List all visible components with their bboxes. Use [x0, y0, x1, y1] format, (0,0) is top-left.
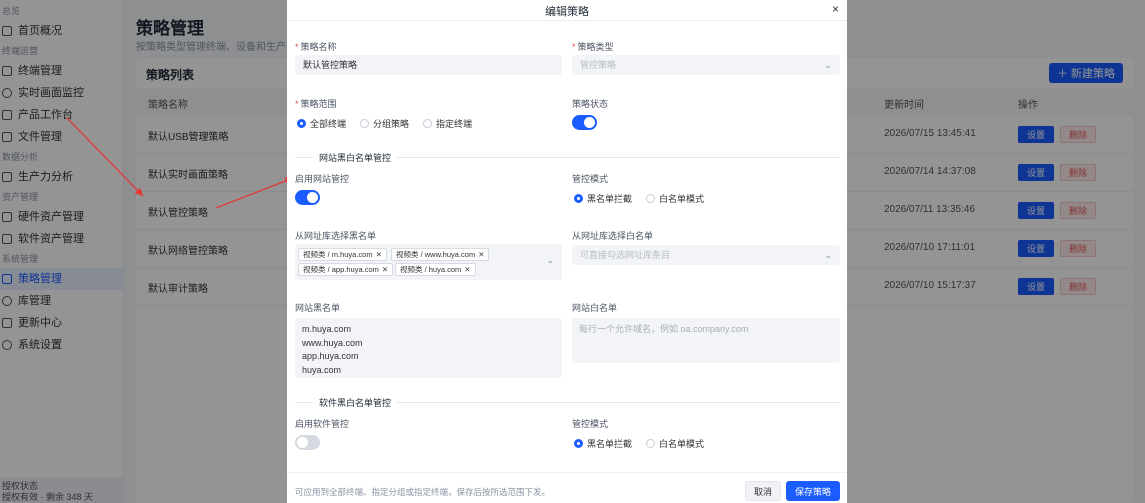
tag: 视频类 / www.huya.com ✕: [391, 248, 490, 261]
tag: 视频类 / app.huya.com ✕: [298, 263, 394, 276]
scope-radio-all[interactable]: 全部终端: [297, 117, 346, 130]
tag-remove-icon[interactable]: ✕: [478, 250, 484, 259]
software-mode-radio-blacklist[interactable]: 黑名单拦截: [574, 437, 632, 450]
scope-radio-group[interactable]: 分组策略: [360, 117, 409, 130]
software-section-title: 软件黑白名单管控: [313, 396, 398, 409]
divider: [287, 472, 847, 473]
web-mode-label: 管控模式: [572, 174, 609, 184]
tag-remove-icon[interactable]: ✕: [382, 265, 388, 274]
whitelist-label: 网站白名单: [572, 303, 618, 313]
blacklist-line: app.huya.com: [302, 351, 359, 361]
web-mode-radio-blacklist[interactable]: 黑名单拦截: [574, 192, 632, 205]
tag-remove-icon[interactable]: ✕: [376, 250, 382, 259]
whitelist-textarea[interactable]: 每行一个允许域名，例如 oa.company.com: [572, 318, 840, 363]
software-control-toggle[interactable]: [295, 435, 320, 450]
black-library-label: 从网址库选择黑名单: [295, 231, 377, 241]
close-icon[interactable]: ×: [832, 2, 839, 16]
footer-note: 可应用到全部终端、指定分组或指定终端，保存后按所选范围下发。: [295, 487, 551, 497]
policy-name-input[interactable]: 默认管控策略: [295, 55, 562, 75]
divider: [287, 20, 847, 21]
blacklist-textarea[interactable]: m.huya.com www.huya.com app.huya.com huy…: [295, 318, 562, 378]
blacklist-label: 网站黑名单: [295, 303, 341, 313]
policy-status-label: 策略状态: [572, 99, 609, 109]
web-mode-radio-whitelist[interactable]: 白名单模式: [646, 192, 704, 205]
tag-remove-icon[interactable]: ✕: [464, 265, 470, 274]
policy-type-select: 管控策略 ⌄: [572, 55, 840, 75]
tag: 视频类 / huya.com ✕: [395, 263, 476, 276]
blacklist-line: m.huya.com: [302, 324, 352, 334]
chevron-down-icon: ⌄: [824, 60, 832, 70]
chevron-down-icon: ⌄: [546, 255, 554, 265]
black-library-select[interactable]: 视频类 / m.huya.com ✕ 视频类 / www.huya.com ✕ 视频…: [295, 244, 562, 280]
software-enable-label: 启用软件管控: [295, 419, 350, 429]
software-mode-label: 管控模式: [572, 419, 609, 429]
policy-scope-label: * 策略范围: [295, 99, 337, 109]
web-section-title: 网站黑白名单管控: [313, 151, 398, 164]
scope-radio-specific[interactable]: 指定终端: [423, 117, 472, 130]
blacklist-line: www.huya.com: [302, 337, 363, 348]
save-policy-button[interactable]: 保存策略: [786, 481, 840, 501]
policy-type-label: * 策略类型: [572, 42, 614, 52]
policy-status-toggle[interactable]: [572, 115, 597, 130]
web-enable-label: 启用网站管控: [295, 174, 350, 184]
white-library-select[interactable]: 可直接勾选网址库条目 ⌄: [572, 245, 840, 265]
blacklist-line: huya.com: [302, 364, 342, 375]
white-library-label: 从网址库选择白名单: [572, 231, 654, 241]
edit-policy-dialog: 编辑策略 × * 策略名称 默认管控策略 * 策略类型 管控策略 ⌄ * 策略范围 全部…: [287, 0, 847, 503]
chevron-down-icon: ⌄: [824, 250, 832, 260]
web-control-toggle[interactable]: [295, 190, 320, 205]
cancel-button[interactable]: 取消: [745, 481, 781, 501]
software-mode-radio-whitelist[interactable]: 白名单模式: [646, 437, 704, 450]
tag: 视频类 / m.huya.com ✕: [298, 248, 387, 261]
dialog-title: 编辑策略: [545, 6, 589, 18]
policy-name-label: * 策略名称: [295, 42, 337, 52]
